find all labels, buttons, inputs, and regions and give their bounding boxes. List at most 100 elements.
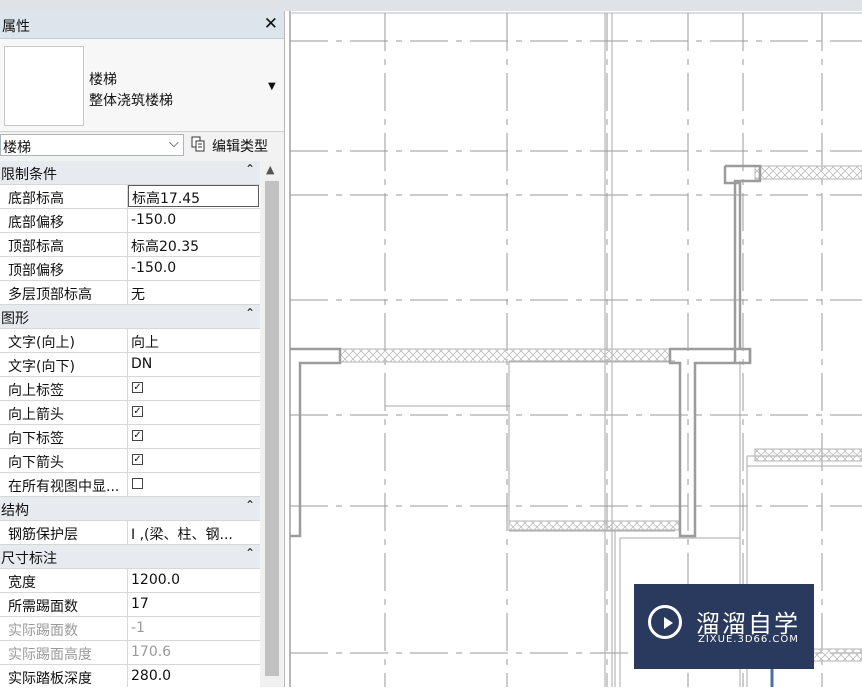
property-row: 实际踢面高度 170.6 [0,641,260,665]
property-name: 在所有视图中显... [8,479,120,495]
type-family-label: 楼梯 [89,72,117,88]
chevron-down-icon: ⌵ [169,136,179,151]
property-row: 多层顶部标高 无 [0,281,260,305]
property-row: 底部标高 标高17.45 [0,185,260,209]
property-name: 向下标签 [8,431,64,447]
section-header[interactable]: 结构 ⌃ [0,497,260,521]
edit-type-label: 编辑类型 [212,139,268,155]
property-value[interactable]: DN [131,356,257,372]
property-row: 实际踢面数 -1 [0,617,260,641]
property-value[interactable]: 标高20.35 [131,236,257,256]
property-value: -1 [131,620,145,636]
column-divider [127,449,128,472]
property-value[interactable]: 标高17.45 [128,185,259,207]
column-divider [127,233,128,256]
column-divider [127,377,128,400]
column-divider [127,473,128,496]
collapse-icon[interactable]: ⌃ [245,162,255,176]
watermark-logo[interactable]: 溜溜自学 ZIXUE.3D66.COM [634,584,814,669]
property-row: 底部偏移 -150.0 [0,209,260,233]
section-header[interactable]: 图形 ⌃ [0,305,260,329]
property-checkbox[interactable]: ✓ [132,430,143,441]
property-checkbox[interactable]: ✓ [132,406,143,417]
property-row: 文字(向上) 向上 [0,329,260,353]
property-value[interactable]: -150.0 [131,212,257,228]
property-row: 在所有视图中显... [0,473,260,497]
properties-panel: 属性 ✕ 楼梯 整体浇筑楼梯 ▼ 楼梯 ⌵ 编辑类型 限制条件 ⌃ 底部标高 标高17… [0,11,285,687]
close-icon[interactable]: ✕ [264,14,278,34]
collapse-icon[interactable]: ⌃ [245,498,255,512]
property-grid: 限制条件 ⌃ 底部标高 标高17.45 底部偏移 -150.0 顶部标高 标高20.35 顶部偏… [0,161,262,687]
property-checkbox[interactable]: ✓ [132,382,143,393]
property-checkbox[interactable]: ✓ [132,454,143,465]
property-name: 所需踢面数 [8,599,78,615]
type-preview-image [4,46,84,126]
type-name-label: 整体浇筑楼梯 [89,93,173,109]
column-divider [127,593,128,616]
property-name: 向上标签 [8,383,64,399]
property-value: 170.6 [131,644,172,660]
section-label: 结构 [1,503,29,519]
property-value[interactable]: 1200.0 [131,572,257,588]
property-name: 宽度 [8,575,36,591]
property-value[interactable]: 无 [131,284,257,304]
column-divider [127,281,128,304]
instance-filter-dropdown[interactable]: 楼梯 ⌵ [0,134,184,156]
instance-filter-label: 楼梯 [3,140,31,156]
property-value[interactable]: -150.0 [131,260,257,276]
property-name: 实际踢面数 [8,623,78,639]
section-label: 尺寸标注 [1,551,57,567]
column-divider [127,425,128,448]
edit-type-button[interactable]: 编辑类型 [191,134,281,156]
column-divider [127,209,128,232]
property-name: 底部标高 [8,191,64,207]
property-name: 文字(向下) [8,359,75,375]
property-row: 顶部标高 标高20.35 [0,233,260,257]
property-value[interactable]: 向上 [131,332,257,352]
property-name: 钢筋保护层 [8,527,78,543]
property-value[interactable]: 280.0 [131,668,257,684]
column-divider [127,401,128,424]
property-row: 宽度 1200.0 [0,569,260,593]
property-value[interactable]: I ,(梁、柱、钢... [131,524,257,544]
dropdown-arrow-icon[interactable]: ▼ [268,81,276,92]
property-checkbox[interactable] [132,478,143,489]
property-name: 实际踏板深度 [8,671,92,687]
type-selector[interactable]: 楼梯 整体浇筑楼梯 ▼ [0,39,284,132]
column-divider [127,353,128,376]
section-header[interactable]: 尺寸标注 ⌃ [0,545,260,569]
property-name: 向上箭头 [8,407,64,423]
column-divider [127,257,128,280]
collapse-icon[interactable]: ⌃ [245,546,255,560]
property-name: 实际踢面高度 [8,647,92,663]
collapse-icon[interactable]: ⌃ [245,306,255,320]
edit-type-icon [191,136,205,152]
property-name: 底部偏移 [8,215,64,231]
property-value[interactable]: 17 [131,596,257,612]
column-divider [127,665,128,687]
property-name: 多层顶部标高 [8,287,92,303]
column-divider [127,641,128,664]
property-row: 向下标签 ✓ [0,425,260,449]
property-name: 顶部偏移 [8,263,64,279]
panel-title: 属性 [2,19,30,35]
properties-scrollbar[interactable]: ▲ [262,161,282,687]
property-row: 顶部偏移 -150.0 [0,257,260,281]
property-row: 向上箭头 ✓ [0,401,260,425]
section-header[interactable]: 限制条件 ⌃ [0,161,260,185]
column-divider [127,569,128,592]
column-divider [127,329,128,352]
section-label: 图形 [1,311,29,327]
window-top-strip [0,0,862,11]
watermark-subtitle: ZIXUE.3D66.COM [698,634,799,645]
column-divider [127,617,128,640]
play-icon [648,605,682,639]
scroll-up-icon[interactable]: ▲ [266,163,274,176]
property-row: 文字(向下) DN [0,353,260,377]
property-row: 实际踏板深度 280.0 [0,665,260,687]
panel-header: 属性 ✕ [0,11,284,39]
instance-filter-row: 楼梯 ⌵ 编辑类型 [0,132,284,160]
scroll-thumb[interactable] [265,181,279,676]
property-row: 向下箭头 ✓ [0,449,260,473]
column-divider [127,521,128,544]
